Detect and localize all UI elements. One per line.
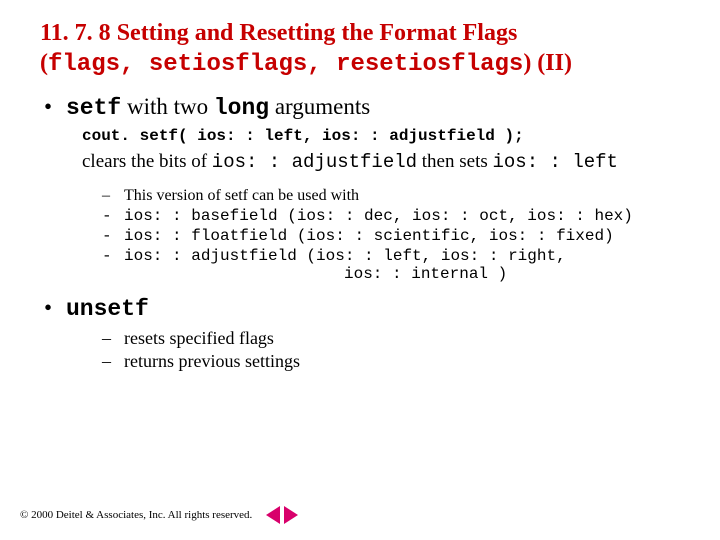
- nav-arrows: [266, 506, 298, 524]
- sub2-text-a: resets specified flags: [124, 328, 692, 349]
- title-suffix: ) (II): [523, 50, 572, 76]
- sub-text-1: This version of setf can be used with: [124, 187, 692, 205]
- text-mid: with two: [121, 94, 214, 119]
- text-end: arguments: [269, 94, 370, 119]
- code-setf: setf: [66, 95, 121, 121]
- dash-icon: –: [102, 351, 124, 372]
- slide-body: 11. 7. 8 Setting and Resetting the Forma…: [0, 0, 720, 372]
- bullet-unsetf: • unsetf: [44, 295, 692, 322]
- sub-row-1: – This version of setf can be used with: [102, 187, 692, 205]
- sub2-row-a: – resets specified flags: [102, 328, 692, 349]
- sub2-text-b: returns previous settings: [124, 351, 692, 372]
- title-paren-open: (: [40, 50, 48, 76]
- title-sep2: ,: [307, 51, 336, 78]
- title-line1: 11. 7. 8 Setting and Resetting the Forma…: [40, 20, 517, 46]
- dash-icon: -: [102, 207, 124, 225]
- explain-para: clears the bits of ios: : adjustfield th…: [82, 151, 692, 173]
- slide-title: 11. 7. 8 Setting and Resetting the Forma…: [40, 18, 692, 80]
- dash-icon: -: [102, 247, 124, 265]
- para-t1: clears the bits of: [82, 151, 212, 172]
- title-setios: setiosflags: [149, 51, 307, 78]
- sub-row-2: - ios: : basefield (ios: : dec, ios: : o…: [102, 207, 692, 225]
- para-c2: ios: : left: [493, 151, 618, 173]
- sublist-unsetf: – resets specified flags – returns previ…: [102, 328, 692, 372]
- dash-icon: –: [102, 187, 124, 205]
- section-number: 11. 7. 8: [40, 20, 111, 46]
- sub-row-3: - ios: : floatfield (ios: : scientific, …: [102, 227, 692, 245]
- sub-text-3: ios: : floatfield (ios: : scientific, io…: [124, 227, 692, 245]
- code-long: long: [214, 95, 269, 121]
- code-example: cout. setf( ios: : left, ios: : adjustfi…: [82, 127, 692, 145]
- sub-text-4a: ios: : adjustfield (ios: : left, ios: : …: [124, 247, 566, 265]
- title-sep1: ,: [120, 51, 149, 78]
- prev-arrow-icon[interactable]: [266, 506, 280, 524]
- sub-text-2: ios: : basefield (ios: : dec, ios: : oct…: [124, 207, 692, 225]
- sub-row-4: - ios: : adjustfield (ios: : left, ios: …: [102, 247, 692, 283]
- code-unsetf: unsetf: [66, 296, 149, 322]
- copyright-text: © 2000 Deitel & Associates, Inc. All rig…: [20, 509, 252, 521]
- bullet-setf-text: setf with two long arguments: [66, 94, 370, 121]
- bullet-setf: • setf with two long arguments: [44, 94, 692, 121]
- next-arrow-icon[interactable]: [284, 506, 298, 524]
- sub2-row-b: – returns previous settings: [102, 351, 692, 372]
- para-c1: ios: : adjustfield: [212, 151, 417, 173]
- footer: © 2000 Deitel & Associates, Inc. All rig…: [20, 506, 298, 524]
- bullet-dot: •: [44, 295, 66, 321]
- dash-icon: -: [102, 227, 124, 245]
- para-t2: then sets: [417, 151, 492, 172]
- dash-icon: –: [102, 328, 124, 349]
- title-resetios: resetiosflags: [336, 51, 523, 78]
- sub-text-4: ios: : adjustfield (ios: : left, ios: : …: [124, 247, 692, 283]
- title-text: Setting and Resetting the Format Flags: [111, 20, 518, 46]
- sublist-setf: – This version of setf can be used with …: [102, 187, 692, 283]
- bullet-dot: •: [44, 94, 66, 120]
- title-flags: flags: [48, 51, 120, 78]
- sub-text-4b: ios: : internal ): [344, 265, 507, 283]
